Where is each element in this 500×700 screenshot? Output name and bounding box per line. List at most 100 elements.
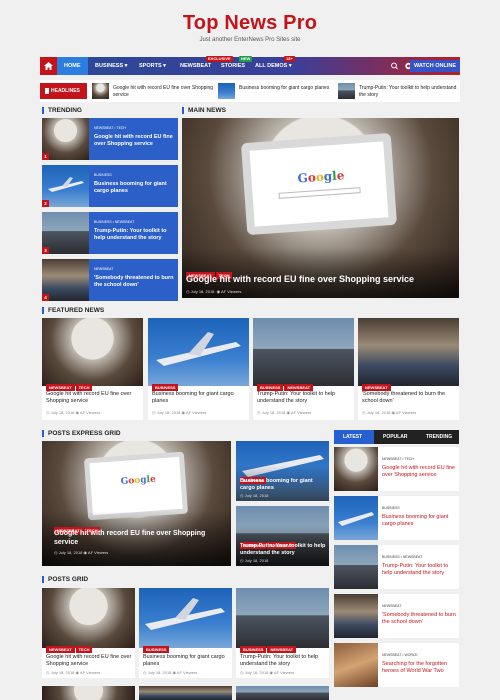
site-title[interactable]: Top News Pro xyxy=(0,12,500,35)
main-news-card[interactable]: Google NEWSBEAT TECH Google hit with reco… xyxy=(182,118,459,298)
sidebar-categories[interactable]: NEWSBEAT • WORLD xyxy=(382,653,418,657)
sidebar-title[interactable]: 'Somebody threatened to burn the school … xyxy=(382,612,457,626)
sidebar-title[interactable]: Searching for the forgotten heroes of Wo… xyxy=(382,661,457,675)
category-tag[interactable]: NEWSBEAT xyxy=(284,384,314,391)
trending-categories[interactable]: NEWSBEAT xyxy=(94,267,113,271)
sidebar-categories[interactable]: NEWSBEAT • TECH xyxy=(382,457,414,461)
trending-item[interactable]: 2 BUSINESS Business booming for giant ca… xyxy=(42,165,178,207)
trending-categories[interactable]: BUSINESS • NEWSBEAT xyxy=(94,220,134,224)
ticker-item-title[interactable]: Business booming for giant cargo planes xyxy=(239,85,344,92)
grid-card[interactable]: NEWSBEAT TECH Google hit with record EU f… xyxy=(42,588,135,678)
category-tag[interactable]: BUSINESS xyxy=(143,646,170,653)
express-small-card[interactable]: BUSINESS Business booming for giant carg… xyxy=(236,441,329,501)
posts-grid-heading: POSTS GRID xyxy=(42,576,88,583)
plane-icon xyxy=(338,512,374,526)
featured-news-heading: FEATURED NEWS xyxy=(42,307,104,314)
sidebar-post[interactable]: BUSINESS Business booming for giant carg… xyxy=(334,496,459,540)
featured-card[interactable]: NEWSBEAT 'Somebody threatened to burn th… xyxy=(358,318,459,420)
post-date: July 18, 2018 xyxy=(58,550,83,555)
home-icon[interactable] xyxy=(40,57,57,75)
category-tag[interactable]: BUSINESS xyxy=(152,384,179,391)
trending-item[interactable]: 1 NEWSBEAT • TECH Google hit with record… xyxy=(42,118,178,160)
express-grid-heading: POSTS EXPRESS GRID xyxy=(42,430,121,437)
nav-business[interactable]: BUSINESS ▾ xyxy=(95,57,127,75)
post-date: July 18, 2018 xyxy=(190,289,215,294)
category-tag[interactable]: NEWSBEAT xyxy=(46,646,75,653)
sidebar-title[interactable]: Trump-Putin: Your toolkit to help unders… xyxy=(382,563,457,577)
express-big-title[interactable]: Google hit with record EU fine over Shop… xyxy=(54,529,224,547)
express-small-card[interactable]: BUSINESS NEWSBEAT Trump-Putin: Your toolk… xyxy=(236,506,329,566)
nav-home[interactable]: HOME xyxy=(57,57,88,75)
main-news-meta: ◷ July 18, 2018 ◉ AF Viewers xyxy=(186,289,242,294)
main-news-title[interactable]: Google hit with record EU fine over Shop… xyxy=(186,274,456,284)
category-tag[interactable]: BUSINESS xyxy=(240,646,267,653)
site-tagline: Just another EnterNews Pro Sites site xyxy=(199,37,301,43)
sidebar-post[interactable]: NEWSBEAT 'Somebody threatened to burn th… xyxy=(334,594,459,638)
express-big-card[interactable]: Google NEWSBEAT TECH Google hit with reco… xyxy=(42,441,231,566)
featured-title[interactable]: Business booming for giant cargo planes xyxy=(152,391,246,405)
trending-title[interactable]: Google hit with record EU fine over Shop… xyxy=(94,134,174,148)
sidebar-post[interactable]: NEWSBEAT • WORLD Searching for the forgo… xyxy=(334,643,459,687)
grid-title[interactable]: Trump-Putin: Your toolkit to help unders… xyxy=(240,654,328,668)
sidebar-post[interactable]: BUSINESS • NEWSBEAT Trump-Putin: Your to… xyxy=(334,545,459,589)
tab-popular-label: POPULAR xyxy=(383,434,408,440)
featured-card[interactable]: BUSINESS NEWSBEAT Trump-Putin: Your toolk… xyxy=(253,318,354,420)
sidebar-thumbnail xyxy=(334,643,378,687)
rank-badge: 2 xyxy=(42,200,49,207)
headlines-label: HEADLINES xyxy=(40,83,87,99)
grid-card[interactable]: BUSINESS Business booming for giant carg… xyxy=(139,588,232,678)
category-tag[interactable]: NEWSBEAT xyxy=(46,384,75,391)
exclusive-badge: EXCLUSIVE xyxy=(206,56,233,62)
tablet-image: Google xyxy=(240,132,398,236)
category-tag[interactable]: NEWSBEAT xyxy=(267,646,297,653)
sidebar-categories[interactable]: NEWSBEAT xyxy=(382,604,401,608)
category-tag[interactable]: BUSINESS xyxy=(257,384,284,391)
featured-card[interactable]: NEWSBEAT TECH Google hit with record EU f… xyxy=(42,318,143,420)
grid-card[interactable]: BUSINESS NEWSBEAT Trump-Putin: Your toolk… xyxy=(236,588,329,678)
plane-icon xyxy=(48,177,84,192)
category-tag[interactable]: TECH xyxy=(75,646,93,653)
trending-item[interactable]: 4 NEWSBEAT 'Somebody threatened to burn … xyxy=(42,259,178,301)
trending-categories[interactable]: BUSINESS xyxy=(94,173,112,177)
trending-title[interactable]: Trump-Putin: Your toolkit to help unders… xyxy=(94,228,174,242)
grid-meta: ◷ July 18, 2018 ◉ AF Viewers xyxy=(46,670,101,675)
tab-trending[interactable]: TRENDING xyxy=(417,430,459,444)
express-small-meta: ◷ July 18, 2018 xyxy=(240,493,269,498)
grid-image xyxy=(42,686,135,700)
tablet-screen: Google xyxy=(89,456,183,516)
watch-online-button[interactable]: WATCH ONLINE xyxy=(409,60,460,72)
grid-title[interactable]: Google hit with record EU fine over Shop… xyxy=(46,654,134,668)
google-logo: Google xyxy=(297,168,345,186)
category-tag[interactable]: TECH xyxy=(75,384,93,391)
sidebar-title[interactable]: Google hit with record EU fine over Shop… xyxy=(382,465,457,479)
sidebar-categories[interactable]: BUSINESS • NEWSBEAT xyxy=(382,555,422,559)
featured-card[interactable]: BUSINESS Business booming for giant carg… xyxy=(148,318,249,420)
sidebar-title[interactable]: Business booming for giant cargo planes xyxy=(382,514,457,528)
featured-title[interactable]: Google hit with record EU fine over Shop… xyxy=(46,391,140,405)
ticker-item-title[interactable]: Trump-Putin: Your toolkit to help unders… xyxy=(359,85,464,98)
tab-popular[interactable]: POPULAR xyxy=(374,430,417,444)
sidebar-categories[interactable]: BUSINESS xyxy=(382,506,400,510)
tab-latest[interactable]: LATEST xyxy=(334,430,374,444)
trending-categories[interactable]: NEWSBEAT • TECH xyxy=(94,126,126,130)
trending-title[interactable]: Business booming for giant cargo planes xyxy=(94,181,174,195)
tab-trending-label: TRENDING xyxy=(426,434,453,440)
featured-title[interactable]: Trump-Putin: Your toolkit to help unders… xyxy=(257,391,351,405)
search-icon[interactable] xyxy=(389,57,400,75)
express-small-title[interactable]: Business booming for giant cargo planes xyxy=(240,478,328,492)
ticker-item-title[interactable]: Google hit with record EU fine over Shop… xyxy=(113,85,218,98)
nav-sports[interactable]: SPORTS ▾ xyxy=(139,57,166,75)
post-date: July 18, 2018 xyxy=(261,410,286,415)
grid-title[interactable]: Business booming for giant cargo planes xyxy=(143,654,231,668)
express-small-title[interactable]: Trump-Putin: Your toolkit to help unders… xyxy=(240,543,328,557)
trending-title[interactable]: 'Somebody threatened to burn the school … xyxy=(94,275,174,289)
trending-item[interactable]: 3 BUSINESS • NEWSBEAT Trump-Putin: Your … xyxy=(42,212,178,254)
post-date: July 18, 2018 xyxy=(156,410,181,415)
bars-icon xyxy=(45,87,49,94)
sidebar-post[interactable]: NEWSBEAT • TECH Google hit with record E… xyxy=(334,447,459,491)
sidebar-thumbnail xyxy=(334,496,378,540)
post-date: July 18, 2018 xyxy=(244,670,269,675)
category-tag[interactable]: NEWSBEAT xyxy=(362,384,391,391)
grid-meta: ◷ July 18, 2018 ◉ AF Viewers xyxy=(143,670,198,675)
featured-title[interactable]: 'Somebody threatened to burn the school … xyxy=(362,391,456,405)
